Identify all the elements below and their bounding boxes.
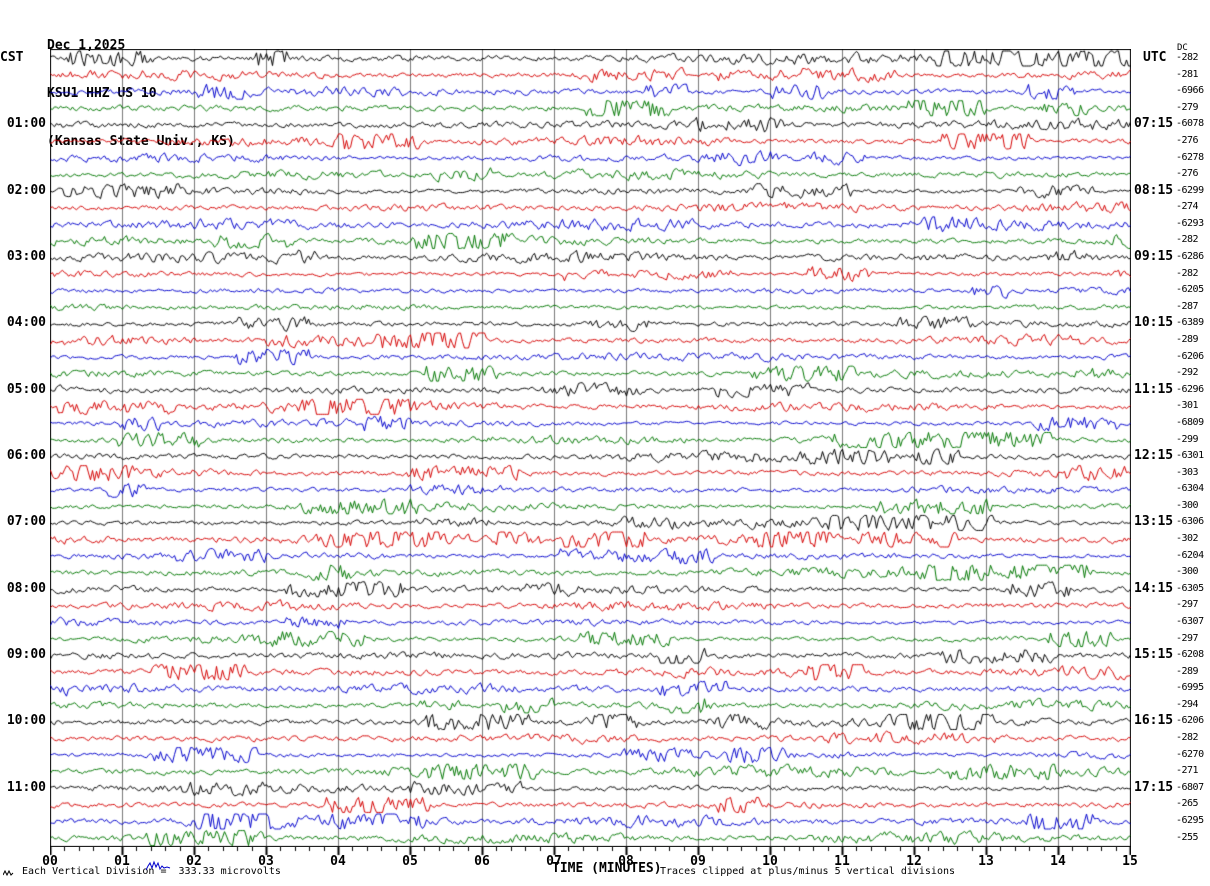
clipping-note: Traces clipped at plus/minus 5 vertical … <box>660 866 955 878</box>
dc-value: -297 <box>1176 599 1210 610</box>
dc-value: -287 <box>1176 301 1210 312</box>
right-axis-title-utc: UTC <box>1143 50 1166 66</box>
dc-value: -6307 <box>1176 616 1210 627</box>
dc-value: -274 <box>1176 201 1210 212</box>
left-axis-title-cst: CST <box>0 50 23 66</box>
dc-value: -6286 <box>1176 251 1210 262</box>
minute-tick-label: 05 <box>396 855 424 869</box>
right-hour-label: 15:15 <box>1134 647 1182 663</box>
dc-value: -289 <box>1176 334 1210 345</box>
dc-value: -282 <box>1176 234 1210 245</box>
right-hour-label: 10:15 <box>1134 315 1182 331</box>
dc-value: -6206 <box>1176 715 1210 726</box>
dc-value: -282 <box>1176 732 1210 743</box>
right-hour-label: 09:15 <box>1134 249 1182 265</box>
left-hour-label: 11:00 <box>0 780 46 796</box>
dc-value: -6270 <box>1176 749 1210 760</box>
dc-value: -271 <box>1176 765 1210 776</box>
dc-value: -282 <box>1176 268 1210 279</box>
minute-tick-label: 15 <box>1116 855 1144 869</box>
dc-value: -289 <box>1176 666 1210 677</box>
right-hour-label: 17:15 <box>1134 780 1182 796</box>
minute-tick-label: 04 <box>324 855 352 869</box>
dc-value: -276 <box>1176 168 1210 179</box>
right-hour-label: 11:15 <box>1134 382 1182 398</box>
dc-value: -6389 <box>1176 317 1210 328</box>
right-hour-label: 14:15 <box>1134 581 1182 597</box>
dc-value: -6295 <box>1176 815 1210 826</box>
dc-value: -6301 <box>1176 450 1210 461</box>
dc-value: -6206 <box>1176 351 1210 362</box>
dc-value: -300 <box>1176 566 1210 577</box>
left-hour-label: 01:00 <box>0 116 46 132</box>
right-hour-label: 13:15 <box>1134 514 1182 530</box>
left-hour-label: 07:00 <box>0 514 46 530</box>
dc-value: -6205 <box>1176 284 1210 295</box>
right-hour-label: 07:15 <box>1134 116 1182 132</box>
calibration-squiggle-icon <box>146 860 172 872</box>
dc-value: -6293 <box>1176 218 1210 229</box>
dc-value: -302 <box>1176 533 1210 544</box>
right-hour-label: 12:15 <box>1134 448 1182 464</box>
minute-tick-label: 14 <box>1044 855 1072 869</box>
x-axis-ticks-canvas <box>50 847 1131 857</box>
dc-value: -6204 <box>1176 550 1210 561</box>
dc-value: -6208 <box>1176 649 1210 660</box>
right-hour-label: 16:15 <box>1134 713 1182 729</box>
dc-value: -281 <box>1176 69 1210 80</box>
dc-value: -279 <box>1176 102 1210 113</box>
dc-value: -282 <box>1176 52 1210 63</box>
dc-value: -300 <box>1176 500 1210 511</box>
dc-value: -6299 <box>1176 185 1210 196</box>
minute-tick-label: 06 <box>468 855 496 869</box>
dc-value: -297 <box>1176 633 1210 644</box>
dc-value: -303 <box>1176 467 1210 478</box>
minute-tick-label: 13 <box>972 855 1000 869</box>
left-hour-label: 02:00 <box>0 183 46 199</box>
left-hour-label: 05:00 <box>0 382 46 398</box>
dc-value: -6296 <box>1176 384 1210 395</box>
dc-value: -265 <box>1176 798 1210 809</box>
dc-value: -6966 <box>1176 85 1210 96</box>
dc-value: -6078 <box>1176 118 1210 129</box>
dc-value: -6306 <box>1176 516 1210 527</box>
dc-value: -6809 <box>1176 417 1210 428</box>
helicorder-screen: Dec 1,2025 KSU1 HHZ US 10 (Kansas State … <box>0 0 1210 886</box>
seismogram-traces-canvas <box>50 49 1131 847</box>
dc-value: -6304 <box>1176 483 1210 494</box>
dc-value: -276 <box>1176 135 1210 146</box>
left-hour-label: 03:00 <box>0 249 46 265</box>
dc-value: -294 <box>1176 699 1210 710</box>
dc-value: -299 <box>1176 434 1210 445</box>
dc-value: -6278 <box>1176 152 1210 163</box>
left-hour-label: 06:00 <box>0 448 46 464</box>
dc-value: -255 <box>1176 832 1210 843</box>
left-hour-label: 08:00 <box>0 581 46 597</box>
dc-value: -6807 <box>1176 782 1210 793</box>
dc-value: -301 <box>1176 400 1210 411</box>
dc-value: -292 <box>1176 367 1210 378</box>
dc-value: -6305 <box>1176 583 1210 594</box>
left-hour-label: 04:00 <box>0 315 46 331</box>
left-hour-label: 09:00 <box>0 647 46 663</box>
dc-value: -6995 <box>1176 682 1210 693</box>
right-hour-label: 08:15 <box>1134 183 1182 199</box>
left-hour-label: 10:00 <box>0 713 46 729</box>
micro-wave-mark-icon <box>3 869 15 877</box>
x-axis-title: TIME (MINUTES) <box>552 861 662 876</box>
